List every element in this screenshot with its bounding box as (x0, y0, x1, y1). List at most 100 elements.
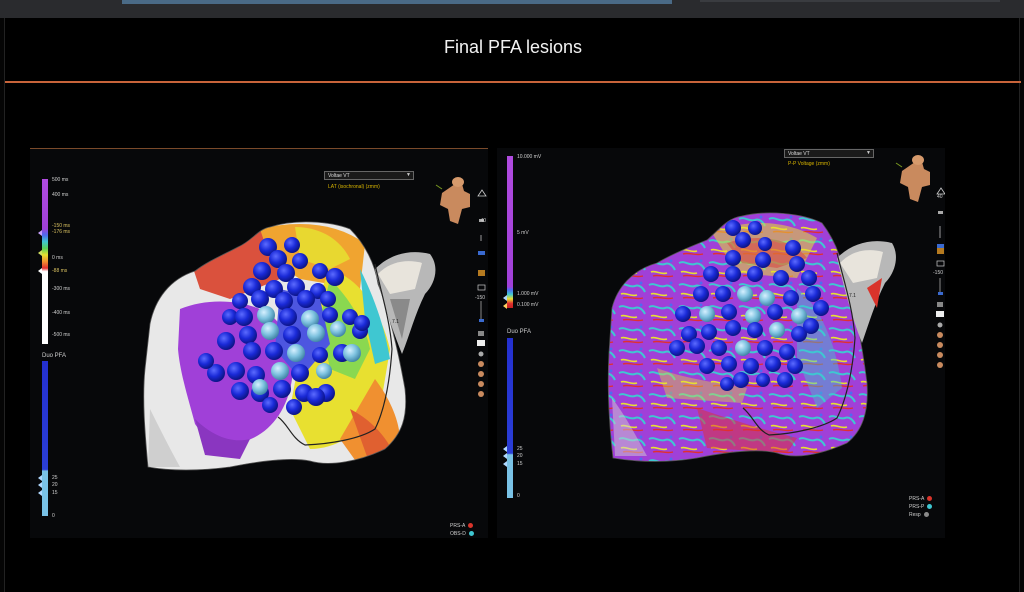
lock-icon[interactable] (478, 331, 484, 336)
lesion-marker[interactable] (261, 322, 279, 340)
lesion-marker[interactable] (743, 358, 759, 374)
lesion-marker[interactable] (769, 322, 785, 338)
lower-slider-handle-icon[interactable] (479, 319, 484, 322)
lat-map-canvas[interactable] (30, 149, 488, 539)
lesion-marker[interactable] (297, 290, 315, 308)
lesion-marker[interactable] (725, 266, 741, 282)
lesion-marker[interactable] (307, 388, 325, 406)
lesion-marker[interactable] (720, 377, 734, 391)
lesion-marker[interactable] (765, 356, 781, 372)
head-view-icon-4[interactable] (478, 391, 484, 397)
lesion-marker[interactable] (312, 263, 328, 279)
abl-handle-15[interactable] (503, 461, 507, 467)
ablation-index-scale[interactable] (507, 338, 513, 498)
lock-icon[interactable] (937, 302, 943, 307)
voltage-map-panel[interactable]: 10.000 mV 5 mV 1.000 mV 0.100 mV Duo PFA… (497, 148, 945, 538)
lesion-marker[interactable] (689, 338, 705, 354)
lesion-marker[interactable] (758, 237, 772, 251)
lesion-marker[interactable] (789, 256, 805, 272)
lesion-marker[interactable] (284, 237, 300, 253)
orientation-torso-icon[interactable] (895, 155, 930, 202)
voltage-handle-low[interactable] (503, 303, 507, 309)
lesion-marker[interactable] (262, 397, 278, 413)
lesion-marker[interactable] (773, 270, 789, 286)
lesion-marker[interactable] (693, 286, 709, 302)
lesion-marker[interactable] (286, 399, 302, 415)
folder-icon[interactable] (937, 248, 944, 254)
head-view-icon-4[interactable] (937, 362, 943, 368)
lesion-marker[interactable] (725, 250, 741, 266)
white-box-icon[interactable] (477, 340, 485, 346)
blue-bar-icon[interactable] (478, 251, 485, 255)
lesion-marker[interactable] (767, 304, 783, 320)
lesion-marker[interactable] (307, 324, 325, 342)
lesion-marker[interactable] (756, 373, 770, 387)
lesion-marker[interactable] (231, 382, 249, 400)
lesion-marker[interactable] (669, 340, 685, 356)
lesion-marker[interactable] (711, 340, 727, 356)
lesion-marker[interactable] (239, 326, 257, 344)
lesion-marker[interactable] (803, 318, 819, 334)
lesion-marker[interactable] (217, 332, 235, 350)
lesion-marker[interactable] (265, 342, 283, 360)
lesion-marker[interactable] (699, 358, 715, 374)
scale-handle-mid[interactable] (38, 250, 42, 256)
lesion-marker[interactable] (785, 240, 801, 256)
folder-icon[interactable] (478, 270, 485, 276)
ablation-index-scale[interactable] (42, 361, 48, 516)
head-view-icon-2[interactable] (937, 342, 943, 348)
lesion-marker[interactable] (343, 344, 361, 362)
lesion-marker[interactable] (699, 306, 715, 322)
eye-icon[interactable] (937, 322, 943, 328)
voltage-map-canvas[interactable] (497, 148, 945, 538)
lesion-marker[interactable] (227, 362, 245, 380)
lesion-marker[interactable] (805, 286, 821, 302)
lower-slider-handle-icon[interactable] (938, 292, 943, 295)
abl-handle-15[interactable] (38, 490, 42, 496)
lesion-marker[interactable] (737, 286, 753, 302)
lesion-marker[interactable] (755, 252, 771, 268)
lesion-marker[interactable] (243, 342, 261, 360)
lesion-marker[interactable] (725, 320, 741, 336)
lesion-marker[interactable] (783, 290, 799, 306)
lesion-marker[interactable] (715, 286, 731, 302)
lesion-marker[interactable] (235, 308, 253, 326)
lesion-marker[interactable] (733, 372, 749, 388)
voltage-handle-high[interactable] (503, 295, 507, 301)
orientation-torso-icon[interactable] (435, 177, 470, 224)
lesion-marker[interactable] (745, 308, 761, 324)
abl-handle-20[interactable] (503, 453, 507, 459)
lesion-marker[interactable] (257, 306, 275, 324)
lesion-marker[interactable] (312, 347, 328, 363)
head-view-icon-3[interactable] (937, 352, 943, 358)
progress-track[interactable] (122, 0, 672, 4)
lesion-marker[interactable] (326, 268, 344, 286)
lesion-marker[interactable] (271, 362, 289, 380)
lesion-marker[interactable] (253, 262, 271, 280)
lesion-marker[interactable] (322, 307, 338, 323)
head-view-icon-1[interactable] (937, 332, 943, 338)
lesion-marker[interactable] (721, 356, 737, 372)
scale-handle-top[interactable] (38, 230, 42, 236)
lesion-marker[interactable] (291, 364, 309, 382)
lesion-marker[interactable] (252, 379, 268, 395)
lesion-marker[interactable] (813, 300, 829, 316)
abl-handle-25[interactable] (38, 475, 42, 481)
abl-handle-25[interactable] (503, 446, 507, 452)
lesion-marker[interactable] (801, 270, 817, 286)
lesion-marker[interactable] (759, 290, 775, 306)
lesion-marker[interactable] (747, 266, 763, 282)
lesion-marker[interactable] (292, 253, 308, 269)
lesion-marker[interactable] (777, 372, 793, 388)
lesion-marker[interactable] (787, 358, 803, 374)
lesion-marker[interactable] (779, 344, 795, 360)
lat-map-panel[interactable]: 500 ms 400 ms -150 ms -176 ms 0 ms -88 m… (30, 148, 488, 538)
lesion-marker[interactable] (275, 292, 293, 310)
lesion-marker[interactable] (330, 321, 346, 337)
head-view-icon-1[interactable] (478, 361, 484, 367)
lesion-marker[interactable] (721, 304, 737, 320)
image-icon[interactable] (477, 284, 486, 291)
triangle-tool-icon[interactable] (477, 189, 487, 197)
lesion-marker[interactable] (748, 221, 762, 235)
lesion-marker[interactable] (198, 353, 214, 369)
